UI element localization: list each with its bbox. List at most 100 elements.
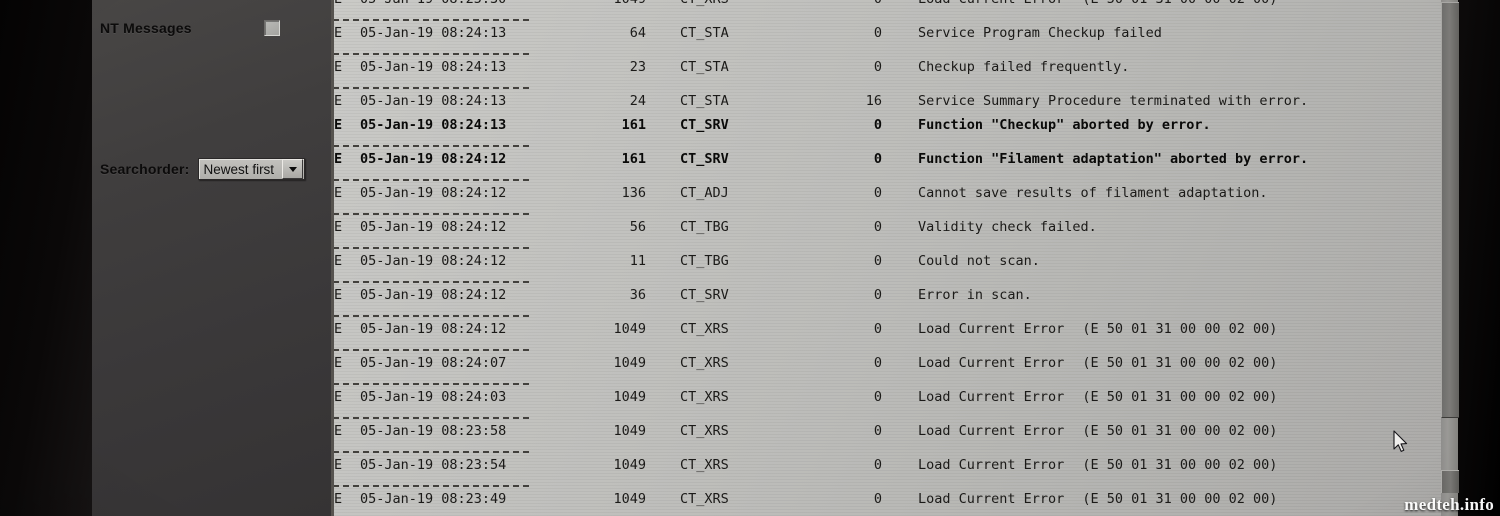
log-group: E 05-Jan-19 08:24:13 23 CT_STA 0 Checkup fail… — [331, 59, 1441, 83]
log-cell-number: 1049 — [613, 355, 646, 371]
log-group: E 05-Jan-19 08:23:54 1049 CT_XRS 0 Load Curre… — [331, 457, 1441, 481]
log-cell-module: CT_XRS — [680, 355, 729, 371]
log-cell-errorcode: (E 50 01 31 00 00 02 00) — [1082, 491, 1278, 507]
log-cell-type: E — [334, 321, 343, 337]
nt-messages-checkbox[interactable] — [264, 20, 280, 36]
log-cell-timestamp: 05-Jan-19 08:24:12 — [360, 253, 507, 269]
table-row[interactable]: E 05-Jan-19 08:24:13 64 CT_STA 0 Service Prog… — [331, 25, 1441, 49]
table-row[interactable]: E 05-Jan-19 08:24:13 24 CT_STA 16 Service Sum… — [331, 93, 1441, 117]
log-group: E 05-Jan-19 08:24:12 136 CT_ADJ 0 Cannot save… — [331, 185, 1441, 209]
table-row[interactable]: E 05-Jan-19 08:24:12 36 CT_SRV 0 Error in sca… — [331, 287, 1441, 311]
table-row[interactable]: E 05-Jan-19 08:24:07 1049 CT_XRS 0 Load Curre… — [331, 355, 1441, 379]
scrollbar-thumb[interactable] — [1441, 2, 1459, 418]
table-row[interactable]: E 05-Jan-19 08:24:03 1049 CT_XRS 0 Load Curre… — [331, 389, 1441, 413]
site-watermark: medteh.info — [1404, 495, 1494, 514]
log-cell-module: CT_SRV — [680, 117, 729, 133]
nt-messages-row[interactable]: NT Messages — [100, 20, 280, 36]
log-cell-message: Load Current Error(E 50 01 31 00 00 02 0… — [918, 457, 1278, 473]
log-cell-type: E — [334, 151, 343, 167]
log-cell-timestamp: 05-Jan-19 08:24:07 — [360, 355, 507, 371]
log-row-separator — [333, 315, 529, 317]
log-cell-code: 0 — [873, 287, 882, 303]
log-row-separator — [333, 349, 529, 351]
log-cell-type: E — [334, 389, 343, 405]
log-cell-message: Load Current Error(E 50 01 31 00 00 02 0… — [918, 423, 1278, 439]
log-cell-module: CT_TBG — [680, 219, 729, 235]
log-cell-number: 1049 — [613, 491, 646, 507]
log-cell-timestamp: 05-Jan-19 08:23:54 — [360, 457, 507, 473]
log-cell-message: Load Current Error(E 50 01 31 00 00 02 0… — [918, 0, 1277, 7]
log-cell-module: CT_XRS — [680, 389, 729, 405]
log-cell-timestamp: 05-Jan-19 08:24:13 — [360, 59, 507, 75]
table-row[interactable]: E 05-Jan-19 08:24:12 136 CT_ADJ 0 Cannot save… — [331, 185, 1441, 209]
log-cell-number: 1049 — [613, 457, 646, 473]
event-log-list[interactable]: E05-Jan-19 08:25:301049CT_XRS0Load Curre… — [331, 0, 1441, 516]
log-cell-type: E — [334, 287, 343, 303]
table-row[interactable]: E05-Jan-19 08:25:301049CT_XRS0Load Curre… — [331, 0, 1441, 15]
log-cell-code: 0 — [873, 423, 882, 439]
log-cell-code: 0 — [873, 219, 882, 235]
log-cell-timestamp: 05-Jan-19 08:24:12 — [360, 287, 507, 303]
log-cell-message: Service Program Checkup failed — [918, 25, 1162, 41]
log-row-separator — [333, 451, 529, 453]
log-cell-message: Function "Filament adaptation" aborted b… — [918, 151, 1309, 167]
log-group: E 05-Jan-19 08:24:12 56 CT_TBG 0 Validity che… — [331, 219, 1441, 243]
log-row-separator — [333, 213, 529, 215]
table-row[interactable]: E 05-Jan-19 08:24:12 11 CT_TBG 0 Could not sc… — [331, 253, 1441, 277]
table-row[interactable]: E 05-Jan-19 08:24:12 161 CT_SRV 0 Function "F… — [331, 151, 1441, 175]
log-cell-number: 1049 — [613, 321, 646, 337]
log-cell-errorcode: (E 50 01 31 00 00 02 00) — [1082, 0, 1277, 7]
log-cell-type: E — [334, 253, 343, 269]
table-row[interactable]: E 05-Jan-19 08:23:54 1049 CT_XRS 0 Load Curre… — [331, 457, 1441, 481]
log-cell-code: 0 — [873, 321, 882, 337]
table-row[interactable]: E 05-Jan-19 08:24:12 1049 CT_XRS 0 Load Curre… — [331, 321, 1441, 345]
log-rows-container: E05-Jan-19 08:25:301049CT_XRS0Load Curre… — [331, 0, 1441, 516]
log-cell-module: CT_ADJ — [680, 185, 729, 201]
log-cell-number: 23 — [629, 59, 646, 75]
log-row-separator — [333, 247, 529, 249]
log-cell-errorcode: (E 50 01 31 00 00 02 00) — [1082, 423, 1278, 439]
log-cell-number: 24 — [629, 93, 646, 109]
searchorder-dropdown[interactable]: Newest first — [197, 158, 306, 180]
log-cell-type: E — [334, 423, 343, 439]
log-cell-timestamp: 05-Jan-19 08:24:12 — [360, 219, 507, 235]
log-cell-message: Cannot save results of filament adaptati… — [918, 185, 1268, 201]
log-cell-type: E — [334, 491, 343, 507]
log-group: E 05-Jan-19 08:23:58 1049 CT_XRS 0 Load Curre… — [331, 423, 1441, 447]
table-row[interactable]: E 05-Jan-19 08:24:13 161 CT_SRV 0 Function "C… — [331, 117, 1441, 141]
log-cell-timestamp: 05-Jan-19 08:24:13 — [360, 25, 507, 41]
log-cell-code: 0 — [873, 59, 882, 75]
log-cell-number: 56 — [629, 219, 646, 235]
scrollbar-down-button[interactable] — [1441, 470, 1459, 493]
table-row[interactable]: E 05-Jan-19 08:23:58 1049 CT_XRS 0 Load Curre… — [331, 423, 1441, 447]
log-cell-message: Load Current Error(E 50 01 31 00 00 02 0… — [918, 355, 1278, 371]
log-cell-module: CT_XRS — [680, 321, 729, 337]
log-group: E 05-Jan-19 08:24:03 1049 CT_XRS 0 Load Curre… — [331, 389, 1441, 413]
log-cell-number: 161 — [621, 151, 646, 167]
log-scrollbar[interactable] — [1441, 0, 1459, 516]
log-cell-message: Error in scan. — [918, 287, 1032, 303]
table-row[interactable]: E 05-Jan-19 08:24:12 56 CT_TBG 0 Validity che… — [331, 219, 1441, 243]
log-group: E 05-Jan-19 08:24:12 161 CT_SRV 0 Function "F… — [331, 151, 1441, 175]
table-row[interactable]: E 05-Jan-19 08:24:13 23 CT_STA 0 Checkup fail… — [331, 59, 1441, 83]
log-group: E 05-Jan-19 08:24:12 36 CT_SRV 0 Error in sca… — [331, 287, 1441, 311]
log-group: E 05-Jan-19 08:24:07 1049 CT_XRS 0 Load Curre… — [331, 355, 1441, 379]
log-cell-code: 16 — [865, 93, 882, 109]
log-group: E 05-Jan-19 08:24:13 64 CT_STA 0 Service Prog… — [331, 25, 1441, 49]
log-cell-message: Service Summary Procedure terminated wit… — [918, 93, 1309, 109]
table-row[interactable]: E 05-Jan-19 08:23:49 1049 CT_XRS 0 Load Curre… — [331, 491, 1441, 515]
log-group: E 05-Jan-19 08:24:13 24 CT_STA 16 Service Sum… — [331, 93, 1441, 141]
monitor-bezel-right — [1456, 0, 1500, 516]
log-cell-number: 1049 — [613, 389, 646, 405]
log-cell-type: E — [334, 185, 343, 201]
chevron-down-icon[interactable] — [282, 159, 304, 179]
log-cell-module: CT_SRV — [680, 151, 729, 167]
log-cell-message: Could not scan. — [918, 253, 1040, 269]
log-row-separator — [333, 19, 529, 21]
log-cell-number: 161 — [621, 117, 646, 133]
log-cell-errorcode: (E 50 01 31 00 00 02 00) — [1082, 355, 1278, 371]
log-row-separator — [333, 87, 529, 89]
log-cell-message: Function "Checkup" aborted by error. — [918, 117, 1211, 133]
log-cell-code: 0 — [873, 151, 882, 167]
log-cell-code: 0 — [873, 389, 882, 405]
